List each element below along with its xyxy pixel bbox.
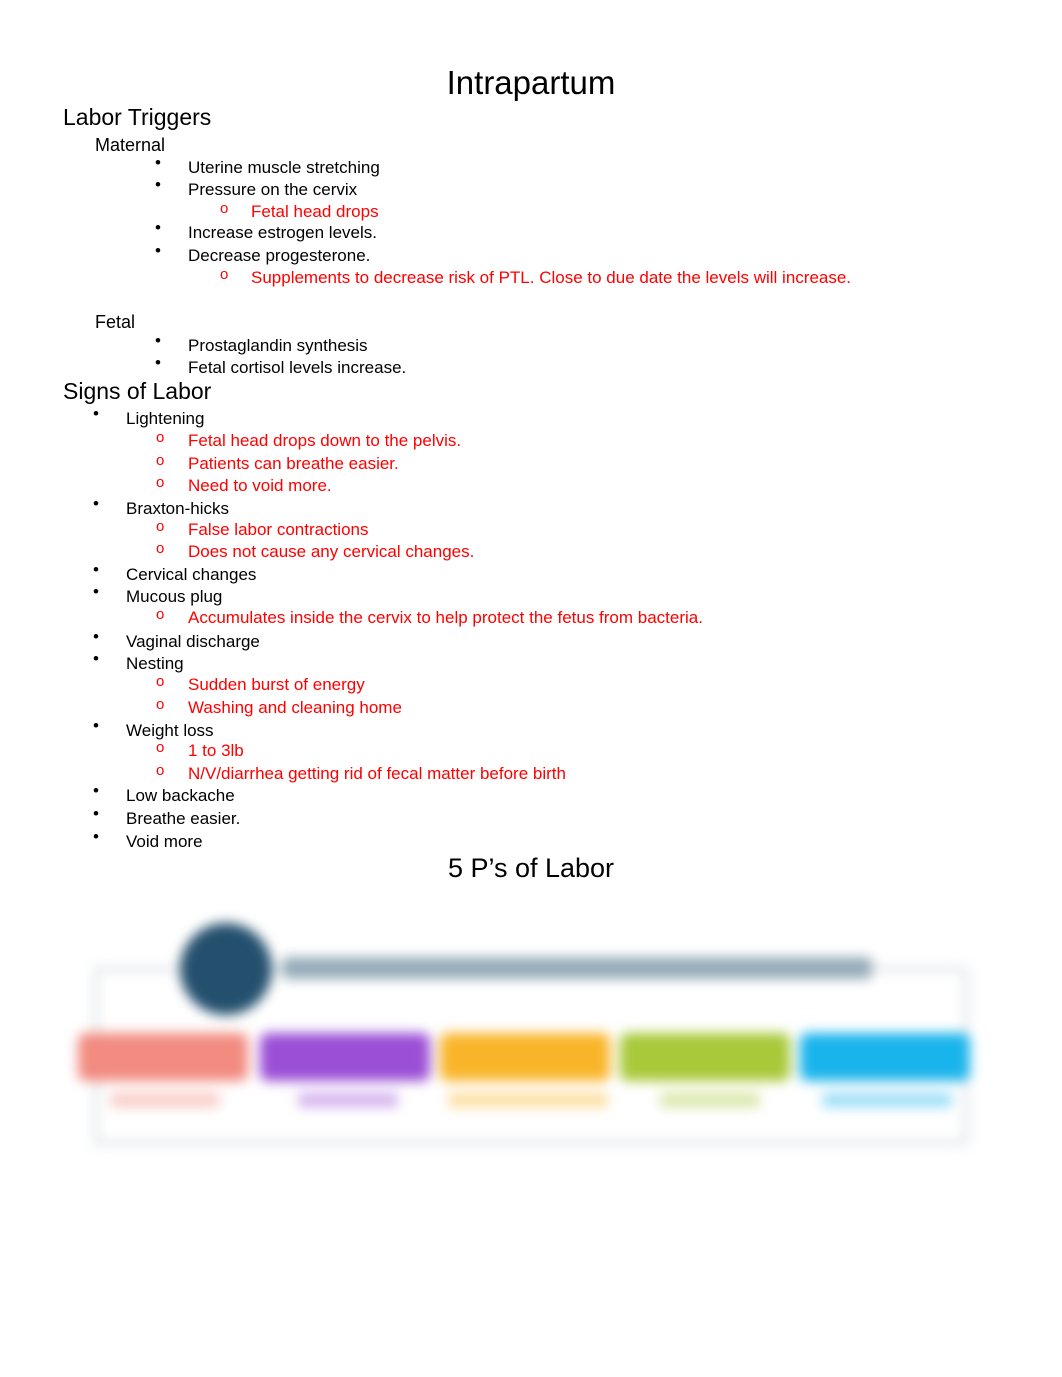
subbullet-icon: o: [156, 540, 165, 557]
subbullet-icon: o: [156, 429, 165, 446]
bullet-icon: •: [93, 649, 99, 668]
bullet-icon: •: [93, 781, 99, 800]
infographic-box: [620, 1033, 790, 1081]
list-item: Decrease progesterone.: [188, 246, 371, 265]
infographic-box-label: [298, 1093, 398, 1107]
subbullet-icon: o: [156, 606, 165, 623]
list-item: Void more: [126, 832, 203, 851]
bullet-icon: •: [155, 353, 161, 372]
subbullet-icon: o: [220, 200, 229, 217]
list-item: Vaginal discharge: [126, 632, 260, 651]
infographic-box: [800, 1033, 970, 1081]
list-item: Uterine muscle stretching: [188, 158, 380, 177]
document-title: Intrapartum: [446, 64, 616, 101]
bullet-icon: •: [155, 241, 161, 260]
bullet-icon: •: [93, 494, 99, 513]
bullet-icon: •: [93, 827, 99, 846]
list-item: Increase estrogen levels.: [188, 223, 377, 242]
bullet-icon: •: [155, 175, 161, 194]
list-item: Fetal cortisol levels increase.: [188, 358, 407, 377]
list-item: Nesting: [126, 654, 184, 673]
list-note: 1 to 3lb: [188, 741, 244, 760]
subbullet-icon: o: [156, 474, 165, 491]
infographic-box-label: [660, 1093, 760, 1107]
list-note: Washing and cleaning home: [188, 698, 402, 717]
list-item: Weight loss: [126, 721, 214, 740]
heading-five-ps: 5 P’s of Labor: [447, 853, 615, 883]
infographic-caption-blurred: [282, 957, 872, 979]
heading-labor-triggers: Labor Triggers: [63, 104, 212, 130]
heading-signs-of-labor: Signs of Labor: [63, 378, 212, 404]
infographic-box: [78, 1033, 248, 1081]
bullet-icon: •: [93, 716, 99, 735]
list-item: Lightening: [126, 409, 205, 428]
list-item: Pressure on the cervix: [188, 180, 358, 199]
infographic-box-label: [822, 1093, 952, 1107]
list-item: Low backache: [126, 786, 235, 805]
list-item: Mucous plug: [126, 587, 223, 606]
list-item: Breathe easier.: [126, 809, 241, 828]
list-note: Need to void more.: [188, 476, 332, 495]
bullet-icon: •: [93, 804, 99, 823]
list-note: Supplements to decrease risk of PTL. Clo…: [251, 268, 852, 287]
subbullet-icon: o: [156, 452, 165, 469]
bullet-icon: •: [93, 627, 99, 646]
list-item: Cervical changes: [126, 565, 257, 584]
list-item: Braxton-hicks: [126, 499, 229, 518]
subbullet-icon: o: [156, 739, 165, 756]
list-note: Patients can breathe easier.: [188, 454, 399, 473]
bullet-icon: •: [155, 218, 161, 237]
subbullet-icon: o: [156, 673, 165, 690]
bullet-icon: •: [93, 560, 99, 579]
list-note: Fetal head drops down to the pelvis.: [188, 431, 462, 450]
list-item: Prostaglandin synthesis: [188, 336, 368, 355]
list-note: N/V/diarrhea getting rid of fecal matter…: [188, 764, 566, 783]
list-note: Accumulates inside the cervix to help pr…: [188, 608, 703, 627]
subbullet-icon: o: [156, 518, 165, 535]
subbullet-icon: o: [156, 696, 165, 713]
bullet-icon: •: [93, 404, 99, 423]
bullet-icon: •: [155, 331, 161, 350]
infographic-logo-icon: [180, 923, 272, 1015]
list-note: False labor contractions: [188, 520, 369, 539]
list-note: Sudden burst of energy: [188, 675, 365, 694]
infographic-box: [440, 1033, 610, 1081]
subbullet-icon: o: [220, 266, 229, 283]
five-ps-infographic: [70, 915, 985, 1155]
bullet-icon: •: [155, 153, 161, 172]
infographic-box-label: [448, 1093, 608, 1107]
subbullet-icon: o: [156, 762, 165, 779]
list-note: Fetal head drops: [251, 202, 379, 221]
infographic-box: [260, 1033, 430, 1081]
bullet-icon: •: [93, 582, 99, 601]
infographic-box-label: [110, 1093, 220, 1107]
list-note: Does not cause any cervical changes.: [188, 542, 475, 561]
subheading-fetal: Fetal: [95, 312, 136, 332]
